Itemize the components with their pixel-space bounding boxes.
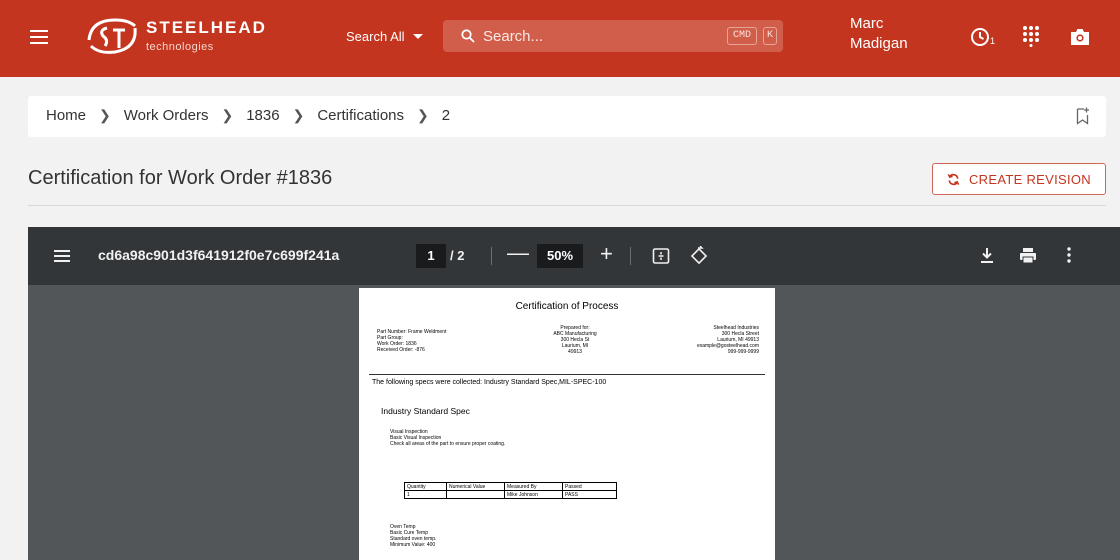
table-header-cell: Measured By: [504, 482, 563, 491]
search-scope-label: Search All: [346, 29, 405, 44]
toolbar-separator: [491, 247, 492, 265]
table-cell: PASS: [562, 490, 617, 499]
brand-logo[interactable]: STEELHEAD technologies: [85, 14, 275, 58]
toolbar-separator: [630, 247, 631, 265]
chevron-right-icon: ❯: [221, 107, 234, 123]
search-scope-dropdown[interactable]: Search All: [346, 29, 423, 44]
steelhead-logo-icon: [87, 18, 137, 54]
breadcrumb: Home ❯ Work Orders ❯ 1836 ❯ Certificatio…: [28, 96, 1106, 137]
bookmark-add-icon[interactable]: [1076, 107, 1090, 125]
table-cell: Mike Johnson: [504, 490, 563, 499]
apps-grid-icon[interactable]: [1022, 25, 1040, 47]
breadcrumb-certification-id: 2: [441, 107, 451, 124]
page-title: Certification for Work Order #1836: [28, 167, 333, 189]
history-count-badge: 1: [990, 36, 996, 46]
zoom-out-button[interactable]: —: [507, 241, 529, 265]
chevron-right-icon: ❯: [292, 107, 305, 123]
table-header-row: Quantity Numerical Value Measured By Pas…: [404, 482, 617, 491]
pdf-menu-icon[interactable]: [54, 250, 70, 262]
chevron-right-icon: ❯: [99, 107, 111, 123]
shortcut-cmd-key: CMD: [727, 27, 757, 45]
create-revision-button[interactable]: CREATE REVISION: [932, 163, 1106, 195]
table-row: 1 Mike Johnson PASS: [404, 490, 617, 499]
section-divider: [28, 205, 1106, 206]
breadcrumb-certifications[interactable]: Certifications: [317, 107, 404, 124]
breadcrumb-home[interactable]: Home: [46, 107, 86, 124]
oven-line: Minimum Value: 400: [390, 542, 436, 548]
document-title: Certification of Process: [515, 301, 619, 312]
top-app-bar: STEELHEAD technologies Search All CMD K …: [0, 0, 1120, 77]
rotate-icon[interactable]: [689, 246, 709, 266]
page-number-input[interactable]: 1: [416, 244, 446, 268]
print-icon[interactable]: [1019, 247, 1037, 264]
table-header-cell: Quantity: [404, 482, 447, 491]
search-input[interactable]: [483, 26, 683, 46]
table-header-cell: Passed: [562, 482, 617, 491]
prepared-for: Prepared for: ABC Manufacturing 300 Hecl…: [527, 325, 623, 355]
shortcut-k-key: K: [763, 27, 777, 45]
user-name[interactable]: Marc Madigan: [850, 14, 930, 54]
search-icon: [461, 29, 475, 43]
chevron-right-icon: ❯: [417, 107, 429, 123]
breadcrumb-trail: Home ❯ Work Orders ❯ 1836 ❯ Certificatio…: [46, 107, 450, 124]
document-rule: [369, 374, 765, 375]
pdf-toolbar: cd6a98c901d3f641912f0e7c699f241a 1 / 2 —…: [28, 227, 1120, 285]
table-cell: [446, 490, 505, 499]
company-line: 999-999-9999: [727, 349, 759, 355]
part-info: Part Number: Frame Weldment Part Group: …: [377, 329, 446, 353]
more-vertical-icon[interactable]: [1067, 247, 1071, 263]
fit-page-icon[interactable]: [652, 247, 670, 265]
part-info-line: Received Order: -876: [377, 347, 425, 353]
brand-subtitle: technologies: [146, 41, 214, 53]
table-cell: 1: [404, 490, 447, 499]
measurement-table: Quantity Numerical Value Measured By Pas…: [404, 482, 617, 499]
pdf-page: Certification of Process Part Number: Fr…: [359, 288, 775, 560]
table-header-cell: Numerical Value: [446, 482, 505, 491]
zoom-level[interactable]: 50%: [537, 244, 583, 268]
camera-icon[interactable]: [1070, 28, 1090, 46]
pdf-viewer: cd6a98c901d3f641912f0e7c699f241a 1 / 2 —…: [28, 227, 1120, 560]
pdf-document-name: cd6a98c901d3f641912f0e7c699f241a: [98, 247, 340, 263]
visual-inspection-block: Visual Inspection Basic Visual Inspectio…: [390, 429, 505, 447]
spec-heading: Industry Standard Spec: [381, 406, 470, 416]
zoom-in-button[interactable]: +: [600, 242, 613, 266]
caret-down-icon: [412, 34, 423, 39]
breadcrumb-work-order-id[interactable]: 1836: [246, 107, 279, 124]
clock-icon[interactable]: [970, 27, 990, 47]
download-icon[interactable]: [980, 247, 994, 264]
page-total: / 2: [450, 248, 465, 263]
inspection-line: Check all areas of the part to ensure pr…: [390, 441, 506, 447]
brand-name: STEELHEAD: [146, 18, 267, 37]
menu-icon[interactable]: [30, 30, 48, 44]
refresh-icon: [947, 173, 960, 185]
create-revision-label: CREATE REVISION: [968, 171, 1091, 187]
breadcrumb-work-orders[interactable]: Work Orders: [124, 107, 209, 124]
prepared-for-line: 49913: [568, 349, 582, 355]
company-address: Steelhead Industries 300 Hecla Street La…: [674, 325, 759, 355]
specs-collected-line: The following specs were collected: Indu…: [372, 379, 607, 386]
oven-temp-block: Oven Temp Basic Cure Temp Standard oven …: [390, 524, 436, 548]
search-box[interactable]: CMD K: [443, 20, 783, 52]
